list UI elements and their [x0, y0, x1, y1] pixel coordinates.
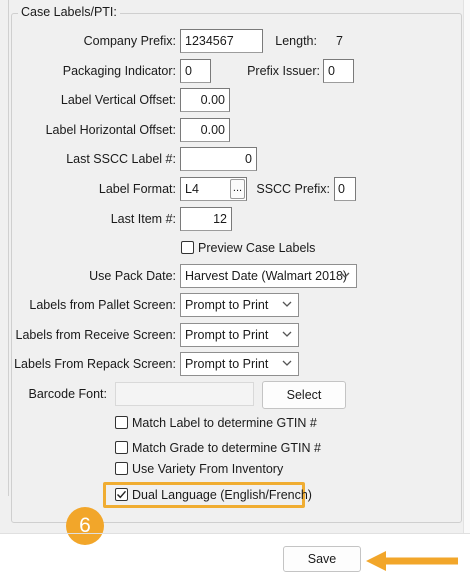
callout-number-badge: 6	[66, 507, 104, 545]
dual-language-label: Dual Language (English/French)	[132, 488, 312, 502]
label-vertical-offset-label: Label Vertical Offset:	[60, 93, 176, 107]
preview-case-labels-box[interactable]	[181, 241, 194, 254]
match-label-gtin-checkbox[interactable]: Match Label to determine GTIN #	[115, 413, 317, 433]
company-prefix-field[interactable]: 1234567	[180, 29, 263, 53]
length-value: 7	[336, 34, 343, 48]
labels-repack-value: Prompt to Print	[185, 357, 269, 371]
labels-repack-label: Labels From Repack Screen:	[14, 357, 176, 371]
match-grade-gtin-label: Match Grade to determine GTIN #	[132, 441, 321, 455]
save-button[interactable]: Save	[283, 546, 361, 572]
dual-language-box[interactable]	[115, 488, 128, 501]
group-title: Case Labels/PTI:	[18, 5, 120, 19]
labels-receive-label: Labels from Receive Screen:	[15, 328, 177, 342]
sscc-prefix-label: SSCC Prefix:	[256, 182, 330, 196]
chevron-down-icon	[282, 301, 292, 307]
label-vertical-offset-field[interactable]: 0.00	[180, 88, 230, 112]
packaging-indicator-field[interactable]: 0	[180, 59, 211, 83]
use-pack-date-value: Harvest Date (Walmart 2018)	[185, 269, 348, 283]
label-horizontal-offset-label: Label Horizontal Offset:	[45, 123, 176, 137]
labels-repack-dropdown[interactable]: Prompt to Print	[180, 352, 299, 376]
last-item-field[interactable]: 12	[180, 207, 232, 231]
labels-receive-value: Prompt to Print	[185, 328, 269, 342]
company-prefix-label: Company Prefix:	[83, 34, 176, 48]
match-grade-gtin-checkbox[interactable]: Match Grade to determine GTIN #	[115, 438, 321, 458]
label-horizontal-offset-field[interactable]: 0.00	[180, 118, 230, 142]
label-format-browse-button[interactable]: ...	[230, 179, 245, 199]
label-format-label: Label Format:	[98, 182, 176, 196]
select-font-button[interactable]: Select	[262, 381, 346, 409]
last-sscc-label-field[interactable]: 0	[180, 147, 257, 171]
use-variety-box[interactable]	[115, 462, 128, 475]
scrollbar-track[interactable]	[463, 0, 470, 534]
footer-divider	[0, 533, 470, 534]
labels-pallet-value: Prompt to Print	[185, 298, 269, 312]
barcode-font-field[interactable]	[115, 382, 254, 406]
labels-pallet-label: Labels from Pallet Screen:	[29, 298, 176, 312]
match-grade-gtin-box[interactable]	[115, 441, 128, 454]
dual-language-checkbox[interactable]: Dual Language (English/French)	[115, 485, 312, 505]
packaging-indicator-label: Packaging Indicator:	[62, 64, 176, 78]
labels-pallet-dropdown[interactable]: Prompt to Print	[180, 293, 299, 317]
use-pack-date-label: Use Pack Date:	[89, 269, 176, 283]
last-item-label: Last Item #:	[110, 212, 176, 226]
length-label: Length:	[275, 34, 317, 48]
chevron-down-icon	[282, 331, 292, 337]
labels-receive-dropdown[interactable]: Prompt to Print	[180, 323, 299, 347]
label-format-value: L4	[185, 182, 199, 196]
match-label-gtin-box[interactable]	[115, 416, 128, 429]
sscc-prefix-field[interactable]: 0	[334, 177, 356, 201]
match-label-gtin-label: Match Label to determine GTIN #	[132, 416, 317, 430]
preview-case-labels-checkbox[interactable]: Preview Case Labels	[181, 238, 315, 258]
chevron-down-icon	[340, 272, 350, 278]
use-variety-checkbox[interactable]: Use Variety From Inventory	[115, 459, 283, 479]
prefix-issuer-label: Prefix Issuer:	[247, 64, 320, 78]
arrow-left-icon	[366, 551, 458, 571]
preview-case-labels-label: Preview Case Labels	[198, 241, 316, 255]
chevron-down-icon	[282, 360, 292, 366]
use-pack-date-dropdown[interactable]: Harvest Date (Walmart 2018)	[180, 264, 357, 288]
checkmark-icon	[117, 490, 127, 499]
last-sscc-label-label: Last SSCC Label #:	[66, 152, 176, 166]
use-variety-label: Use Variety From Inventory	[132, 462, 284, 476]
left-pane-edge	[0, 0, 9, 496]
prefix-issuer-field[interactable]: 0	[323, 59, 354, 83]
barcode-font-label: Barcode Font:	[28, 387, 107, 401]
